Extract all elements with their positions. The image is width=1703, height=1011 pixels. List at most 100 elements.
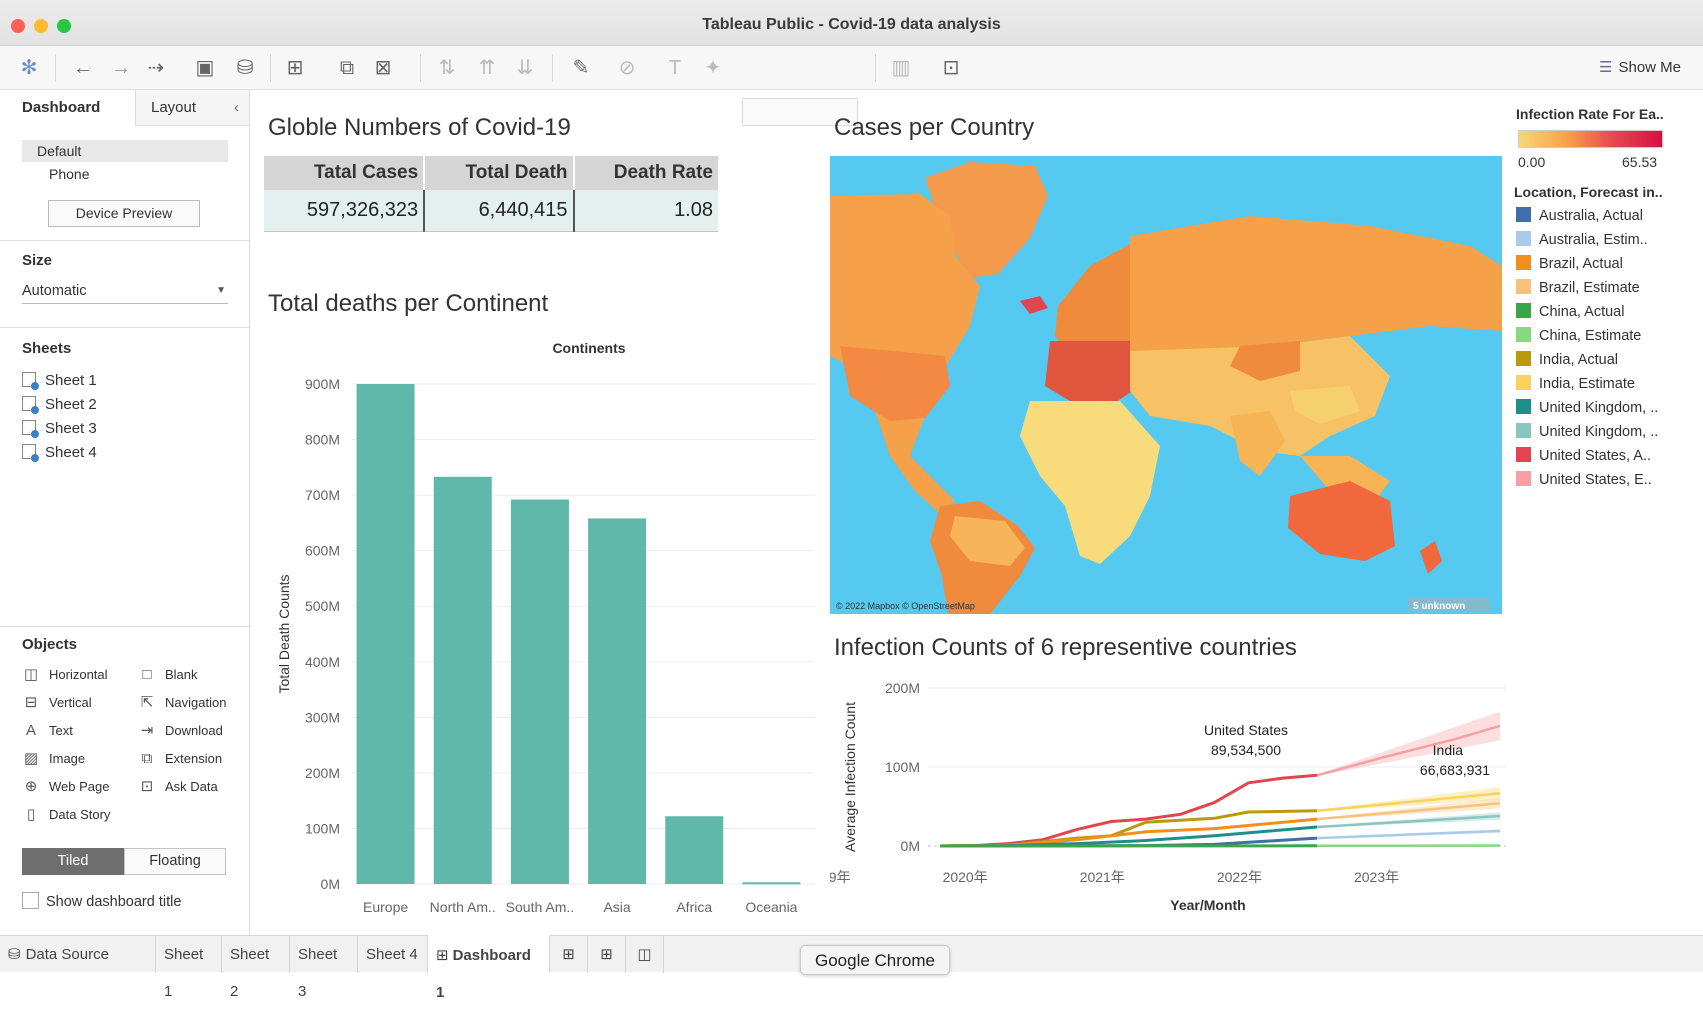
series-line[interactable] bbox=[1317, 831, 1500, 838]
legend-item[interactable]: China, Estimate bbox=[1516, 325, 1641, 347]
highlight-icon[interactable]: ✎ bbox=[568, 56, 594, 80]
kpi-value-total-death[interactable]: 6,440,415 bbox=[424, 190, 573, 231]
object-data-story[interactable]: ▯Data Story bbox=[22, 805, 110, 825]
legend-item[interactable]: Brazil, Actual bbox=[1516, 253, 1623, 275]
legend-item[interactable]: Brazil, Estimate bbox=[1516, 277, 1640, 299]
line-chart-title: Infection Counts of 6 representive count… bbox=[834, 634, 1297, 662]
new-story-tab-icon[interactable]: ◫ bbox=[626, 936, 664, 973]
duplicate-icon[interactable]: ⧉ bbox=[334, 56, 360, 80]
show-me-button[interactable]: ☰Show Me bbox=[1599, 58, 1681, 76]
bar-asia[interactable] bbox=[588, 518, 646, 884]
bar-y-tick: 700M bbox=[305, 487, 340, 503]
legend-label: United States, A.. bbox=[1539, 448, 1651, 464]
legend-swatch bbox=[1516, 303, 1531, 318]
device-default[interactable]: Default bbox=[22, 140, 228, 162]
bar-y-tick: 800M bbox=[305, 432, 340, 448]
object-navigation[interactable]: ⇱Navigation bbox=[138, 693, 226, 713]
object-ask-data[interactable]: ⊡Ask Data bbox=[138, 777, 218, 797]
new-worksheet-tab-icon[interactable]: ⊞ bbox=[550, 936, 588, 973]
clear-sheet-icon[interactable]: ⊠ bbox=[370, 56, 396, 80]
swap-rows-columns-icon[interactable]: ⇅ bbox=[434, 56, 460, 80]
bar-y-tick: 100M bbox=[305, 820, 340, 836]
new-dashboard-tab-icon[interactable]: ⊞ bbox=[588, 936, 626, 973]
fix-axes-icon[interactable]: ✦ bbox=[700, 56, 726, 80]
sheet-item-3[interactable]: Sheet 3 bbox=[22, 418, 97, 440]
object-web-page[interactable]: ⊕Web Page bbox=[22, 777, 109, 797]
unknown-badge[interactable]: 5 unknown bbox=[1413, 601, 1465, 612]
kpi-value-total-cases[interactable]: 597,326,323 bbox=[264, 190, 424, 231]
presentation-mode-icon[interactable]: ⊡ bbox=[938, 56, 964, 80]
tab-sheet-1[interactable]: Sheet 1 bbox=[156, 936, 222, 973]
bar-y-axis-label: Total Death Counts bbox=[276, 574, 292, 693]
redo-icon[interactable]: → bbox=[108, 56, 134, 80]
infection-rate-gradient[interactable] bbox=[1518, 130, 1663, 148]
legend-item[interactable]: Australia, Actual bbox=[1516, 205, 1643, 227]
sort-ascending-icon[interactable]: ⇈ bbox=[474, 56, 500, 80]
object-download[interactable]: ⇥Download bbox=[138, 721, 223, 741]
legend-swatch bbox=[1516, 207, 1531, 222]
collapse-pane-icon[interactable]: ‹ bbox=[234, 90, 239, 126]
bar-south-am-[interactable] bbox=[511, 500, 569, 884]
object-blank[interactable]: □Blank bbox=[138, 665, 198, 685]
legend-item[interactable]: United States, A.. bbox=[1516, 445, 1651, 467]
object-image[interactable]: ▨Image bbox=[22, 749, 85, 769]
tab-layout[interactable]: Layout ‹ bbox=[135, 90, 249, 126]
kpi-value-death-rate[interactable]: 1.08 bbox=[574, 190, 718, 231]
bar-y-tick: 0M bbox=[321, 876, 340, 892]
tab-sheet-3[interactable]: Sheet 3 bbox=[290, 936, 358, 973]
undo-icon[interactable]: ← bbox=[70, 56, 96, 80]
sheet-item-2[interactable]: Sheet 2 bbox=[22, 394, 97, 416]
device-phone[interactable]: Phone bbox=[22, 163, 89, 185]
legend-item[interactable]: United Kingdom, .. bbox=[1516, 421, 1658, 443]
horizontal-icon: ◫ bbox=[22, 665, 40, 685]
data-story-icon: ▯ bbox=[22, 805, 40, 825]
tab-data-source[interactable]: ⛁Data Source bbox=[0, 936, 156, 973]
cases-per-country-map[interactable]: © 2022 Mapbox © OpenStreetMap 5 unknown bbox=[830, 156, 1502, 614]
tableau-logo-icon[interactable]: ✻ bbox=[16, 56, 42, 80]
bar-x-tick: Africa bbox=[676, 899, 712, 915]
tab-sheet-4[interactable]: Sheet 4 bbox=[358, 936, 428, 973]
bar-north-am-[interactable] bbox=[434, 477, 492, 884]
bar-x-tick: Oceania bbox=[745, 899, 797, 915]
legend-swatch bbox=[1516, 351, 1531, 366]
legend-item[interactable]: United Kingdom, .. bbox=[1516, 397, 1658, 419]
object-vertical[interactable]: ⊟Vertical bbox=[22, 693, 92, 713]
sort-descending-icon[interactable]: ⇊ bbox=[512, 56, 538, 80]
sheet-icon bbox=[22, 420, 36, 435]
show-dashboard-title-checkbox[interactable]: Show dashboard title bbox=[22, 892, 181, 911]
legend-item[interactable]: United States, E.. bbox=[1516, 469, 1652, 491]
replace-data-source-icon[interactable]: ⇢ bbox=[143, 56, 169, 80]
new-worksheet-icon[interactable]: ⊞ bbox=[282, 56, 308, 80]
object-horizontal[interactable]: ◫Horizontal bbox=[22, 665, 108, 685]
sheet-item-1[interactable]: Sheet 1 bbox=[22, 370, 97, 392]
legend-item[interactable]: Australia, Estim.. bbox=[1516, 229, 1648, 251]
save-icon[interactable]: ▣ bbox=[192, 56, 218, 80]
legend-item[interactable]: India, Actual bbox=[1516, 349, 1618, 371]
sheet-item-4[interactable]: Sheet 4 bbox=[22, 442, 97, 464]
tab-dashboard[interactable]: Dashboard bbox=[0, 90, 135, 126]
line-y-tick: 0M bbox=[901, 838, 920, 854]
map-credit: © 2022 Mapbox © OpenStreetMap bbox=[836, 601, 975, 611]
bar-africa[interactable] bbox=[665, 816, 723, 884]
show-cards-icon[interactable]: ▥ bbox=[888, 56, 914, 80]
annotation-india-value: 66,683,931 bbox=[1420, 762, 1490, 778]
tab-sheet-2[interactable]: Sheet 2 bbox=[222, 936, 290, 973]
legend-swatch bbox=[1516, 327, 1531, 342]
floating-toggle[interactable]: Floating bbox=[124, 848, 226, 875]
download-icon: ⇥ bbox=[138, 721, 156, 741]
bar-oceania[interactable] bbox=[742, 882, 800, 884]
object-extension[interactable]: ⧉Extension bbox=[138, 749, 222, 769]
group-members-icon[interactable]: ⊘ bbox=[614, 56, 640, 80]
tiled-toggle[interactable]: Tiled bbox=[22, 848, 124, 875]
legend-item[interactable]: China, Actual bbox=[1516, 301, 1624, 323]
bar-europe[interactable] bbox=[357, 384, 415, 884]
tab-dashboard-1[interactable]: ⊞Dashboard 1 bbox=[428, 935, 550, 972]
new-data-source-icon[interactable]: ⛁ bbox=[232, 56, 258, 80]
size-dropdown[interactable]: Automatic ▼ bbox=[22, 280, 228, 304]
show-labels-icon[interactable]: T bbox=[662, 56, 688, 80]
legend-item[interactable]: India, Estimate bbox=[1516, 373, 1635, 395]
device-preview-button[interactable]: Device Preview bbox=[48, 200, 200, 227]
object-text[interactable]: AText bbox=[22, 721, 73, 741]
line-y-axis-label: Average Infection Count bbox=[842, 702, 858, 852]
blank-icon: □ bbox=[138, 665, 156, 685]
